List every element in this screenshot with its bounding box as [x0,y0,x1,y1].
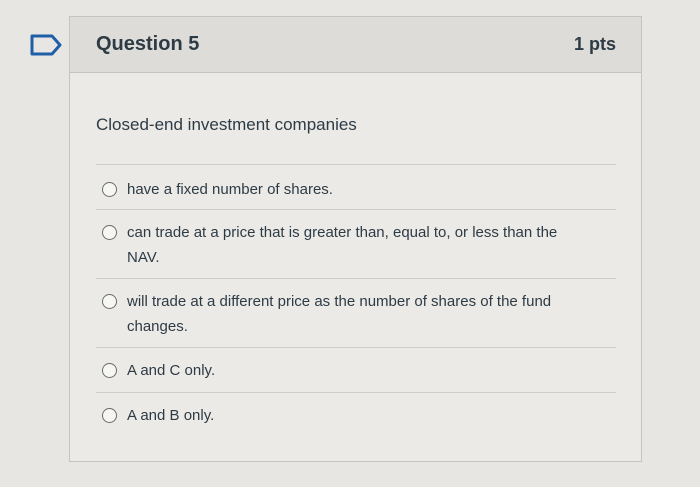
question-card: Question 5 1 pts Closed-end investment c… [69,16,642,462]
question-text: Closed-end investment companies [96,115,357,134]
answer-option-a[interactable]: have a fixed number of shares. [96,165,616,210]
answer-list: have a fixed number of shares. can trade… [96,164,616,439]
radio-unchecked-icon[interactable] [102,225,117,240]
answer-option-e[interactable]: A and B only. [96,393,616,439]
question-title: Question 5 [96,33,200,55]
question-body: Closed-end investment companies have a f… [70,113,641,439]
answer-label: will trade at a different price as the n… [127,293,552,335]
radio-unchecked-icon[interactable] [102,363,117,378]
answer-option-d[interactable]: A and C only. [96,348,616,393]
question-header: Question 5 1 pts [70,17,641,73]
radio-unchecked-icon[interactable] [102,182,117,197]
answer-option-b[interactable]: can trade at a price that is greater tha… [96,210,616,279]
radio-unchecked-icon[interactable] [102,408,117,423]
question-points: 1 pts [573,34,616,54]
answer-label: can trade at a price that is greater tha… [127,224,558,266]
answer-option-c[interactable]: will trade at a different price as the n… [96,279,616,348]
answer-label: A and B only. [127,407,215,424]
bookmark-icon[interactable] [30,34,62,56]
radio-unchecked-icon[interactable] [102,294,117,309]
answer-label: have a fixed number of shares. [127,181,333,198]
answer-label: A and C only. [127,362,216,379]
